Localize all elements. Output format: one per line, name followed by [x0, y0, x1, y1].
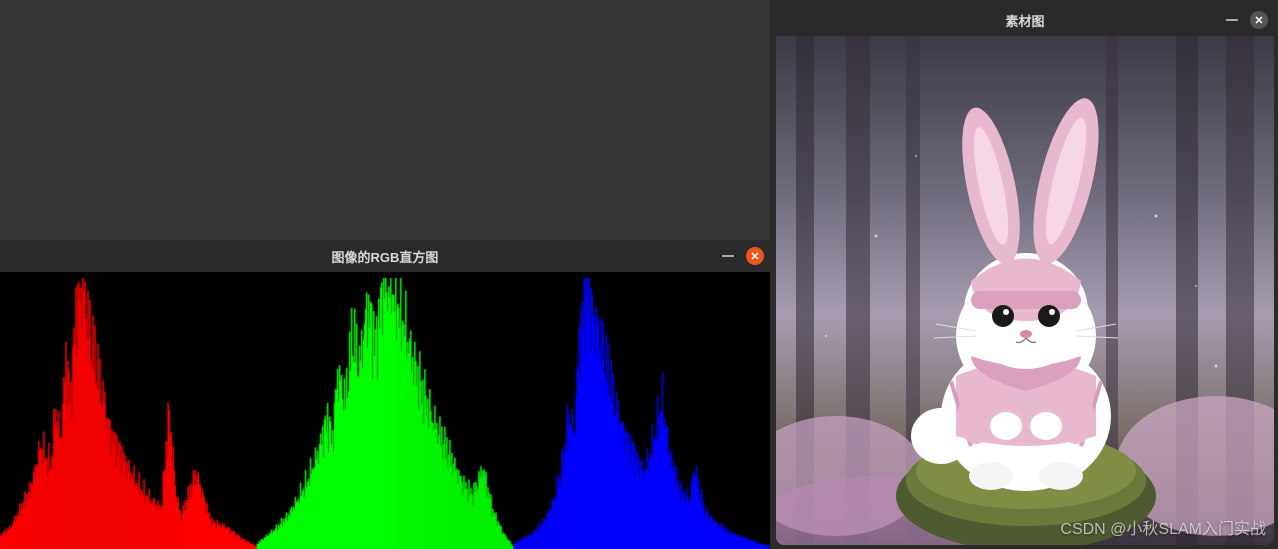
bunny-illustration: [776, 36, 1274, 545]
histogram-title: 图像的RGB直方图: [332, 247, 439, 266]
close-icon[interactable]: ✕: [746, 247, 764, 265]
minimize-icon[interactable]: [1226, 19, 1238, 21]
source-title: 素材图: [1005, 11, 1044, 30]
histogram-titlebar[interactable]: 图像的RGB直方图 ✕: [0, 240, 770, 272]
histogram-window: 图像的RGB直方图 ✕: [0, 240, 770, 549]
source-image: CSDN @小秋SLAM入门实战: [776, 36, 1274, 545]
source-titlebar[interactable]: 素材图 ✕: [776, 4, 1274, 36]
background-panel: [0, 0, 770, 240]
close-icon[interactable]: ✕: [1250, 11, 1268, 29]
rgb-histogram-chart: [0, 272, 770, 549]
source-image-window: 素材图 ✕: [776, 4, 1274, 545]
source-window-controls: ✕: [1226, 11, 1268, 29]
minimize-icon[interactable]: [722, 255, 734, 257]
watermark-text: CSDN @小秋SLAM入门实战: [1060, 515, 1266, 539]
histogram-window-controls: ✕: [722, 247, 764, 265]
